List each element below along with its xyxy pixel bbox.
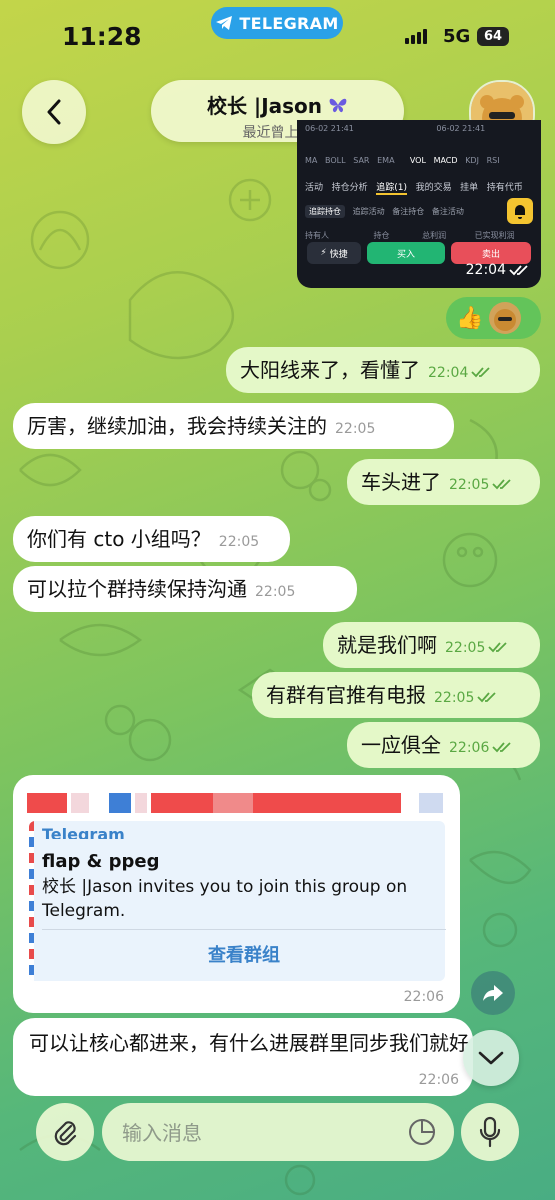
microphone-button[interactable]: [461, 1103, 519, 1161]
message-input-box[interactable]: [102, 1103, 454, 1163]
message-text: 你们有 cto 小组吗？: [27, 527, 211, 551]
tab-label: 持有代币: [486, 183, 523, 193]
battery-level: 64: [483, 29, 503, 44]
reaction-badge[interactable]: 👍: [446, 297, 541, 339]
group-invite-card[interactable]: Telegram flap & ppeg 校长 |Jason invites y…: [13, 775, 460, 1013]
message-text: 就是我们啊: [337, 633, 437, 657]
microphone-icon: [479, 1116, 501, 1148]
message-time: 22:06: [449, 740, 490, 756]
forward-icon: [483, 985, 503, 1001]
scroll-down-button[interactable]: [463, 1030, 519, 1086]
reactor-avatar: [489, 302, 522, 334]
date-label: 06-02 21:41: [305, 124, 354, 133]
battery-icon: 64: [477, 27, 509, 46]
incoming-message[interactable]: 可以让核心都进来，有什么进展群里同步我们就好 22:06: [13, 1018, 473, 1096]
message-text: 车头进了: [361, 470, 441, 494]
airmail-border: [29, 821, 34, 981]
incoming-message[interactable]: 你们有 cto 小组吗？ 22:05: [13, 516, 290, 562]
contact-name: 校长 |Jason: [206, 94, 323, 118]
column-label: 持仓: [373, 231, 390, 240]
chevron-down-icon: [478, 1051, 504, 1065]
indicator-label: SAR: [353, 156, 370, 165]
tab-label: 持仓分析: [331, 183, 368, 193]
paperclip-icon: [54, 1121, 77, 1146]
message-time: 22:05: [449, 477, 490, 493]
divider: [42, 929, 446, 930]
sticker-icon[interactable]: [408, 1118, 436, 1146]
message-time: 22:05: [218, 534, 260, 550]
message-text: 可以拉个群持续保持沟通: [27, 577, 247, 601]
butterfly-icon: [329, 98, 347, 112]
telegram-pill[interactable]: TELEGRAM: [211, 7, 343, 39]
indicator-label: MACD: [433, 156, 458, 165]
double-check-icon: [477, 691, 496, 702]
subtab-label: 备注活动: [431, 207, 464, 216]
tab-label: 追踪(1): [376, 183, 407, 195]
subtab-label: 追踪持仓: [305, 205, 345, 218]
message-input[interactable]: [120, 1103, 394, 1163]
outgoing-message[interactable]: 大阳线来了，看懂了 22:04: [226, 347, 540, 393]
outgoing-message[interactable]: 一应俱全 22:06: [347, 722, 540, 768]
double-check-icon: [509, 265, 528, 276]
column-label: 已实现利润: [474, 231, 515, 240]
attach-button[interactable]: [36, 1103, 94, 1161]
message-text: 大阳线来了，看懂了: [240, 358, 420, 382]
message-text: 有群有官推有电报: [266, 683, 426, 707]
outgoing-message[interactable]: 就是我们啊 22:05: [323, 622, 540, 668]
indicator-label: BOLL: [325, 156, 346, 165]
message-text: 厉害，继续加油，我会持续关注的: [27, 414, 327, 438]
signal-icon: [405, 29, 427, 44]
message-time: 22:05: [445, 640, 486, 656]
bell-icon: [507, 198, 533, 224]
telegram-pill-label: TELEGRAM: [239, 13, 339, 33]
double-check-icon: [471, 366, 490, 377]
message-text: 可以让核心都进来，有什么进展群里同步我们就好: [29, 1031, 469, 1055]
forward-button[interactable]: [471, 971, 515, 1015]
indicator-label: VOL: [409, 156, 426, 165]
outgoing-message[interactable]: 车头进了 22:05: [347, 459, 540, 505]
subtab-label: 备注持仓: [392, 207, 425, 216]
message-time: 22:05: [255, 584, 296, 600]
tab-label: 活动: [305, 183, 324, 193]
indicator-label: RSI: [486, 156, 500, 165]
date-label: 06-02 21:41: [436, 124, 486, 133]
tab-label: 我的交易: [415, 183, 452, 193]
indicator-label: MA: [305, 156, 318, 165]
incoming-message[interactable]: 厉害，继续加油，我会持续关注的 22:05: [13, 403, 454, 449]
message-text: 一应俱全: [361, 733, 441, 757]
view-group-button[interactable]: 查看群组: [42, 941, 446, 967]
double-check-icon: [492, 478, 511, 489]
link-site: Telegram: [42, 825, 125, 839]
message-time: 22:05: [335, 421, 376, 437]
subtab-label: 追踪活动: [352, 207, 385, 216]
back-button[interactable]: [22, 80, 86, 144]
outgoing-message[interactable]: 有群有官推有电报 22:05: [252, 672, 540, 718]
thumbs-up-icon: 👍: [456, 305, 484, 331]
message-time: 22:05: [434, 690, 475, 706]
column-label: 持有人: [305, 231, 329, 240]
message-time: 22:06: [418, 1072, 459, 1088]
buy-button: 买入: [367, 242, 445, 264]
message-time: 22:06: [403, 989, 444, 1005]
quick-button: ⚡ 快捷: [307, 242, 361, 264]
link-title: flap & ppeg: [42, 851, 160, 872]
status-bar: 11:28 TELEGRAM 5G 64: [0, 0, 555, 70]
double-check-icon: [488, 641, 507, 652]
image-message[interactable]: 06-02 21:41 06-02 21:41 MA BOLL SAR EMA …: [297, 120, 541, 288]
message-time: 22:04: [428, 365, 469, 381]
indicator-label: KDJ: [465, 156, 479, 165]
redacted-banner: [27, 793, 443, 813]
telegram-icon: [216, 16, 233, 30]
incoming-message[interactable]: 可以拉个群持续保持沟通 22:05: [13, 566, 357, 612]
indicator-label: EMA: [377, 156, 395, 165]
tab-label: 挂单: [460, 183, 479, 193]
status-time: 11:28: [62, 22, 142, 51]
link-description: 校长 |Jason invites you to join this group…: [42, 877, 408, 921]
message-time: 22:04: [466, 262, 529, 278]
sell-button: 卖出: [451, 242, 531, 264]
chevron-left-icon: [47, 99, 61, 125]
double-check-icon: [492, 741, 511, 752]
network-label: 5G: [443, 26, 471, 47]
column-label: 总利润: [422, 231, 447, 240]
